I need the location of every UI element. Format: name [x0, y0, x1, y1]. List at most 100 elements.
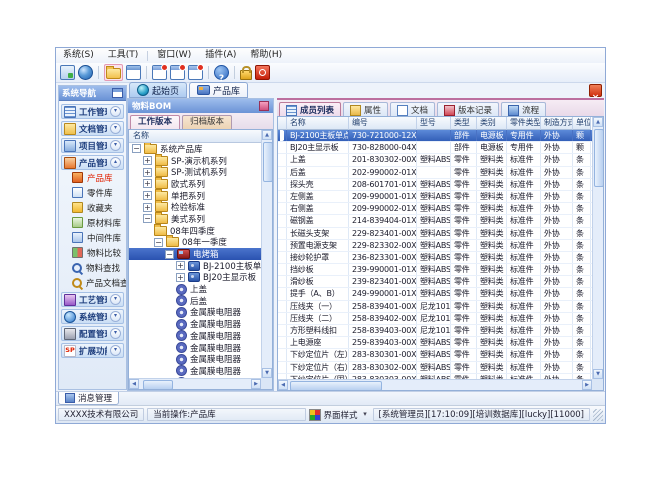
table-row[interactable]: 后盖202-990002-01X零件塑料类标准件外协条 [278, 167, 592, 179]
tree-node-10[interactable]: −电烤箱 [129, 248, 261, 260]
tree-node-14[interactable]: 后盖 [129, 295, 261, 307]
table-vertical-scrollbar[interactable] [592, 117, 603, 379]
sidebar-group-7[interactable]: 配置管理 [61, 326, 124, 341]
chevron-down-icon[interactable] [110, 311, 121, 322]
sidebar-group-4[interactable]: 产品管理 [61, 155, 124, 170]
member-tab-5[interactable]: 流程 [501, 102, 546, 117]
chevron-down-icon[interactable] [110, 106, 121, 117]
tree-node-4[interactable]: +欧式系列 [129, 178, 261, 190]
sidebar-group-6[interactable]: 系统管理 [61, 309, 124, 324]
column-header-7[interactable]: 制造方式 [541, 117, 573, 130]
sidebar-item-3[interactable]: 收藏夹 [59, 200, 126, 215]
column-header-8[interactable]: 单位 [573, 117, 591, 130]
lock-icon[interactable] [240, 70, 252, 80]
dock-window-icon[interactable] [112, 88, 123, 98]
column-header-3[interactable]: 型号 [417, 117, 451, 130]
scroll-down-icon[interactable] [593, 369, 603, 379]
expander-minus-icon[interactable]: − [165, 250, 174, 259]
tree-horizontal-scrollbar[interactable] [129, 378, 261, 389]
chevron-up-icon[interactable] [110, 157, 121, 168]
tree-node-12[interactable]: +BJ20主显示板 [129, 272, 261, 284]
chevron-down-icon[interactable] [110, 328, 121, 339]
expander-plus-icon[interactable]: + [176, 273, 185, 282]
chevron-down-icon[interactable] [361, 410, 370, 419]
table-row[interactable]: 磁钢盖214-839404-01X塑料ABS零件塑料类标准件外协条 [278, 215, 592, 227]
table-row[interactable]: 上电源座259-839403-00X塑料ABS零件塑料类标准件外协条 [278, 337, 592, 349]
expander-plus-icon[interactable]: + [176, 261, 185, 270]
expander-plus-icon[interactable]: + [143, 179, 152, 188]
chevron-down-icon[interactable] [110, 294, 121, 305]
sidebar-group-1[interactable]: 工作管理 [61, 104, 124, 119]
menu-item-4[interactable]: 插件(A) [198, 48, 243, 63]
column-header-6[interactable]: 零件类型 [507, 117, 541, 130]
tree-node-7[interactable]: −美式系列 [129, 213, 261, 225]
table-row[interactable]: BJ20主显示板730-828000-04X部件电源板专用件外协颗 [278, 142, 592, 154]
toolbar-active-highlight[interactable] [104, 64, 123, 81]
menu-item-5[interactable]: 帮助(H) [243, 48, 289, 63]
tree-node-1[interactable]: −系统产品库 [129, 143, 261, 155]
tree-node-9[interactable]: −08年一季度 [129, 237, 261, 249]
version-tab-1[interactable]: 工作版本 [130, 115, 180, 130]
tree-node-2[interactable]: +SP-演示机系列 [129, 155, 261, 167]
sidebar-item-2[interactable]: 零件库 [59, 185, 126, 200]
chevron-down-icon[interactable] [110, 345, 121, 356]
column-header-2[interactable]: 编号 [349, 117, 417, 130]
table-row[interactable]: 压线夹（二）258-839402-00X尼龙1010零件塑料类标准件外协条 [278, 313, 592, 325]
tree-hscroll-thumb[interactable] [143, 380, 173, 390]
sidebar-item-7[interactable]: 物料查找 [59, 260, 126, 275]
tree-node-15[interactable]: 金属膜电阻器 [129, 307, 261, 319]
sidebar-group-3[interactable]: 项目管理 [61, 138, 124, 153]
chevron-down-icon[interactable] [110, 140, 121, 151]
window-cascade-icon[interactable] [170, 65, 185, 80]
doc-tab-2[interactable]: 产品库 [189, 82, 248, 98]
table-row[interactable]: 下纱定位片（右）283-830302-00X塑料ABS零件塑料类标准件外协条 [278, 362, 592, 374]
tab-message-manage[interactable]: 消息管理 [58, 392, 119, 405]
sidebar-item-4[interactable]: 原材料库 [59, 215, 126, 230]
sidebar-group-5[interactable]: 工艺管理 [61, 292, 124, 307]
version-tab-2[interactable]: 归档版本 [182, 115, 232, 130]
expander-minus-icon[interactable]: − [143, 214, 152, 223]
tree-node-8[interactable]: 08年四季度 [129, 225, 261, 237]
sidebar-group-2[interactable]: 文档管理 [61, 121, 124, 136]
table-row[interactable]: 接纱轮护罩236-823301-00X塑料ABS零件塑料类标准件外协条 [278, 252, 592, 264]
tree-vscroll-thumb[interactable] [263, 142, 273, 182]
help-icon[interactable] [214, 65, 229, 80]
tree-node-3[interactable]: +SP-测试机系列 [129, 166, 261, 178]
sidebar-item-5[interactable]: 中间件库 [59, 230, 126, 245]
monitor-icon[interactable] [60, 65, 75, 80]
tree-node-18[interactable]: 金属膜电阻器 [129, 342, 261, 354]
scroll-left-icon[interactable] [278, 380, 288, 390]
window-list-icon[interactable] [188, 65, 203, 80]
scroll-down-icon[interactable] [262, 368, 272, 378]
table-row[interactable]: 左侧盖209-990001-01X塑料ABS零件塑料类标准件外协条 [278, 191, 592, 203]
table-row[interactable]: 上盖201-830302-00X塑料ABS零件塑料类标准件外协条 [278, 154, 592, 166]
member-tab-3[interactable]: 文档 [390, 102, 435, 117]
tree-node-19[interactable]: 金属膜电阻器 [129, 353, 261, 365]
expander-minus-icon[interactable]: − [132, 144, 141, 153]
power-icon[interactable] [255, 65, 270, 80]
expander-plus-icon[interactable]: + [143, 191, 152, 200]
tree-column-header[interactable]: 名称 [129, 130, 261, 143]
scroll-left-icon[interactable] [129, 379, 139, 389]
table-row[interactable]: 方形塑料线扣258-839403-00X尼龙1010零件塑料类标准件外协条 [278, 325, 592, 337]
scroll-right-icon[interactable] [251, 379, 261, 389]
sidebar-item-6[interactable]: 物料比较 [59, 245, 126, 260]
table-hscroll-thumb[interactable] [290, 381, 382, 391]
table-row[interactable]: 下纱定位片（左）283-830301-00X塑料ABS零件塑料类标准件外协条 [278, 349, 592, 361]
close-icon[interactable] [589, 84, 602, 97]
menu-item-2[interactable]: 工具(T) [101, 48, 146, 63]
table-horizontal-scrollbar[interactable] [278, 379, 592, 390]
sidebar-item-8[interactable]: 产品文档查找 [59, 275, 126, 290]
column-header-5[interactable]: 类别 [477, 117, 507, 130]
tree-node-16[interactable]: 金属膜电阻器 [129, 318, 261, 330]
tree-node-17[interactable]: 金属膜电阻器 [129, 330, 261, 342]
sidebar-group-8[interactable]: SP扩展功能 [61, 343, 124, 358]
tree-node-13[interactable]: 上盖 [129, 283, 261, 295]
member-tab-2[interactable]: 属性 [343, 102, 388, 117]
expander-minus-icon[interactable]: − [154, 238, 163, 247]
window-new-icon[interactable] [152, 65, 167, 80]
globe-icon[interactable] [78, 65, 93, 80]
table-row[interactable]: 滑纱板239-823401-00X塑料ABS零件塑料类标准件外协条 [278, 276, 592, 288]
menu-item-1[interactable]: 系统(S) [56, 48, 101, 63]
table-row[interactable]: 探头壳208-601701-01X塑料ABS零件塑料类标准件外协条 [278, 179, 592, 191]
